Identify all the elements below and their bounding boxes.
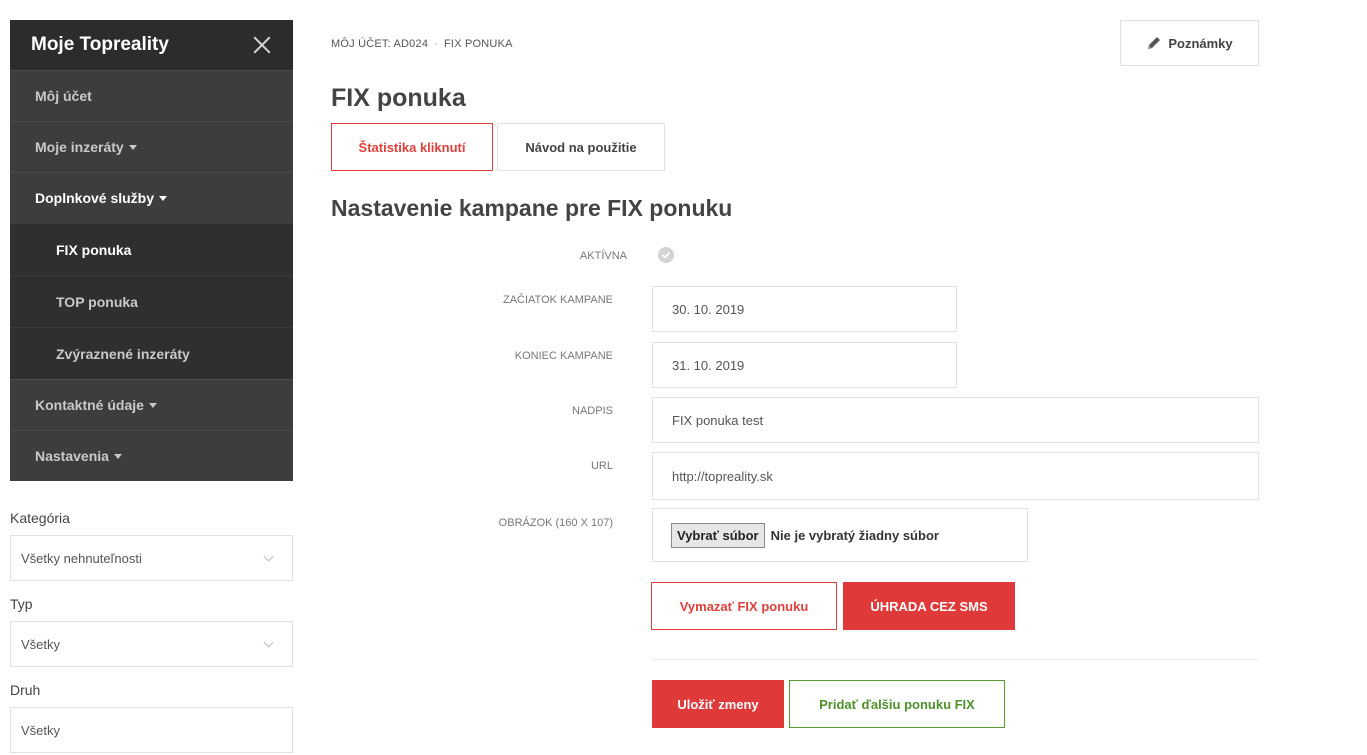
sidebar-subitem-fix-offer[interactable]: FIX ponuka bbox=[10, 223, 293, 275]
sidebar-item-settings[interactable]: Nastavenia bbox=[10, 430, 293, 481]
section-title: Nastavenie kampane pre FIX ponuku bbox=[331, 195, 733, 221]
image-label: OBRÁZOK (160 X 107) bbox=[498, 517, 613, 529]
sidebar-item-contact[interactable]: Kontaktné údaje bbox=[10, 379, 293, 430]
divider bbox=[652, 659, 1258, 660]
chevron-down-icon bbox=[263, 637, 274, 647]
filters: Kategória Všetky nehnuteľnosti Typ Všetk… bbox=[10, 510, 293, 755]
breadcrumb-current: FIX PONUKA bbox=[444, 38, 513, 50]
sidebar-item-label: Nastavenia bbox=[35, 448, 109, 464]
close-icon[interactable] bbox=[253, 36, 271, 54]
sidebar-item-label: Doplnkové služby bbox=[35, 190, 155, 206]
url-value: http://topreality.sk bbox=[672, 468, 773, 484]
choose-file-button[interactable]: Vybrať súbor bbox=[671, 522, 765, 548]
sidebar-subitem-label: Zvýraznené inzeráty bbox=[56, 345, 190, 362]
add-fix-offer-button[interactable]: Pridať ďalšiu ponuku FIX bbox=[789, 680, 1005, 728]
tab-click-stats[interactable]: Štatistika kliknutí bbox=[331, 123, 493, 171]
title-label: NADPIS bbox=[572, 405, 613, 417]
delete-fix-button[interactable]: Vymazať FIX ponuku bbox=[651, 582, 837, 630]
notes-button[interactable]: Poznámky bbox=[1120, 20, 1259, 66]
start-date-value: 30. 10. 2019 bbox=[672, 301, 745, 317]
title-value: FIX ponuka test bbox=[672, 412, 764, 428]
category-select[interactable]: Všetky nehnuteľnosti bbox=[10, 535, 293, 581]
sidebar-item-my-account[interactable]: Môj účet bbox=[10, 70, 293, 121]
notes-label: Poznámky bbox=[1168, 35, 1233, 51]
breadcrumb-account[interactable]: MÔJ ÚČET: AD024 bbox=[331, 38, 428, 50]
sidebar-header: Moje Topreality bbox=[10, 20, 293, 70]
sidebar: Moje Topreality Môj účet Moje inzeráty D… bbox=[10, 20, 293, 481]
start-label: ZAČIATOK KAMPANE bbox=[502, 294, 613, 306]
type-value: Všetky bbox=[21, 636, 61, 652]
image-file-input: Vybrať súbor Nie je vybratý žiadny súbor bbox=[652, 508, 1028, 562]
breadcrumb: MÔJ ÚČET: AD024 · FIX PONUKA bbox=[331, 38, 513, 50]
kind-label: Druh bbox=[10, 682, 41, 698]
check-icon[interactable] bbox=[658, 247, 674, 263]
save-button[interactable]: Uložiť zmeny bbox=[652, 680, 784, 728]
category-label: Kategória bbox=[10, 510, 70, 526]
end-date-field[interactable]: 31. 10. 2019 bbox=[652, 342, 957, 388]
kind-value: Všetky bbox=[21, 722, 61, 738]
sidebar-item-label: Kontaktné údaje bbox=[35, 397, 144, 413]
active-label: AKTÍVNA bbox=[579, 250, 627, 262]
sms-payment-button[interactable]: ÚHRADA CEZ SMS bbox=[843, 582, 1015, 630]
caret-down-icon bbox=[113, 453, 122, 459]
pencil-icon bbox=[1146, 35, 1162, 51]
title-field[interactable]: FIX ponuka test bbox=[652, 397, 1259, 443]
end-label: KONIEC KAMPANE bbox=[514, 350, 613, 362]
page-title: FIX ponuka bbox=[331, 84, 466, 112]
sidebar-subitem-label: FIX ponuka bbox=[56, 241, 132, 258]
chevron-down-icon bbox=[263, 551, 274, 561]
type-select[interactable]: Všetky bbox=[10, 621, 293, 667]
file-status: Nie je vybratý žiadny súbor bbox=[770, 527, 939, 543]
caret-down-icon bbox=[159, 195, 168, 201]
type-label: Typ bbox=[10, 596, 33, 612]
tabs: Štatistika kliknutí Návod na použitie bbox=[331, 123, 665, 171]
sidebar-item-label: Môj účet bbox=[35, 88, 92, 104]
sidebar-subitem-highlighted[interactable]: Zvýraznené inzeráty bbox=[10, 327, 293, 379]
start-date-field[interactable]: 30. 10. 2019 bbox=[652, 286, 957, 332]
sidebar-item-additional-services[interactable]: Doplnkové služby bbox=[10, 172, 293, 223]
sidebar-title: Moje Topreality bbox=[31, 34, 169, 55]
sidebar-item-label: Moje inzeráty bbox=[35, 139, 124, 155]
sidebar-subitem-label: TOP ponuka bbox=[56, 293, 138, 310]
category-value: Všetky nehnuteľnosti bbox=[21, 550, 142, 566]
caret-down-icon bbox=[148, 402, 157, 408]
kind-select[interactable]: Všetky bbox=[10, 707, 293, 753]
url-field[interactable]: http://topreality.sk bbox=[652, 452, 1259, 500]
url-label: URL bbox=[590, 460, 613, 472]
tab-usage-guide[interactable]: Návod na použitie bbox=[497, 123, 665, 171]
caret-down-icon bbox=[128, 144, 137, 150]
breadcrumb-separator: · bbox=[434, 38, 439, 50]
sidebar-subitem-top-offer[interactable]: TOP ponuka bbox=[10, 275, 293, 327]
sidebar-item-my-listings[interactable]: Moje inzeráty bbox=[10, 121, 293, 172]
end-date-value: 31. 10. 2019 bbox=[672, 357, 745, 373]
